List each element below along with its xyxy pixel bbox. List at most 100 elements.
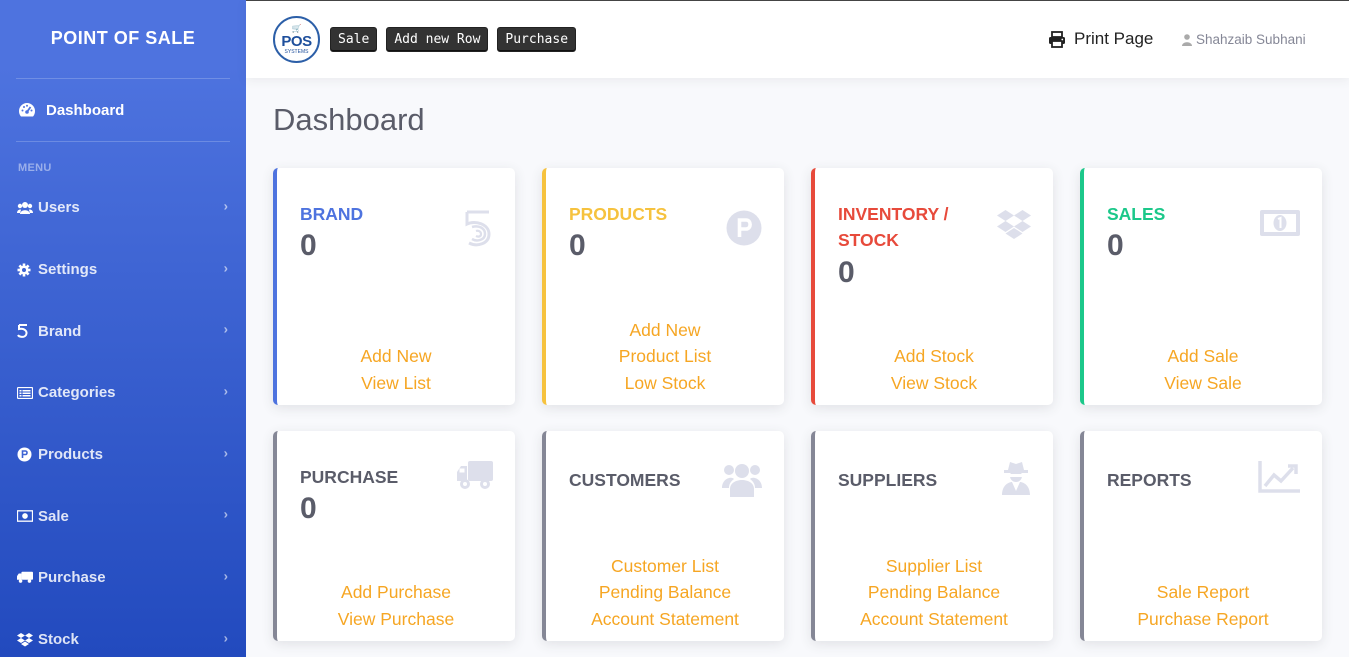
- sidebar: POINT OF SALE Dashboard MENU Users › Setti…: [0, 0, 246, 657]
- money-bill-icon: [1260, 210, 1300, 241]
- card-suppliers: SUPPLIERS Supplier List Pending Balance Acc…: [811, 431, 1053, 641]
- shortcut-sale-button[interactable]: Sale: [330, 27, 378, 52]
- chevron-right-icon: ›: [223, 383, 228, 399]
- card-links: Add New Product List Low Stock: [546, 317, 784, 397]
- card-links: Sale Report Purchase Report: [1084, 579, 1322, 632]
- brand-icon: [17, 323, 33, 339]
- truck-icon: [457, 461, 493, 496]
- sidebar-item-label: Brand: [38, 322, 82, 340]
- card-count: 0: [838, 256, 855, 289]
- users-icon: [722, 461, 762, 502]
- sidebar-item-products[interactable]: Products ›: [0, 424, 246, 486]
- topbar: 🛒 POS SYSTEMS Sale Add new Row Purchase …: [246, 0, 1349, 78]
- card-link-add-purchase[interactable]: Add Purchase: [277, 579, 515, 606]
- cart-icon: 🛒: [291, 23, 302, 33]
- card-purchase: PURCHASE 0 Add Purchase View Purchase: [273, 431, 515, 641]
- card-links: Add Purchase View Purchase: [277, 579, 515, 632]
- shortcut-purchase-button[interactable]: Purchase: [497, 27, 577, 52]
- product-p-icon: [17, 447, 33, 462]
- sidebar-item-label: Sale: [38, 507, 69, 525]
- card-link-account-statement[interactable]: Account Statement: [815, 606, 1053, 633]
- card-link-customer-list[interactable]: Customer List: [546, 553, 784, 580]
- card-link-pending-balance[interactable]: Pending Balance: [815, 579, 1053, 606]
- card-link-view-sale[interactable]: View Sale: [1084, 370, 1322, 397]
- card-title: PRODUCTS: [569, 204, 668, 224]
- card-link-supplier-list[interactable]: Supplier List: [815, 553, 1053, 580]
- cog-icon: [17, 263, 33, 277]
- card-link-view-stock[interactable]: View Stock: [815, 370, 1053, 397]
- card-link-sale-report[interactable]: Sale Report: [1084, 579, 1322, 606]
- dropbox-icon: [17, 632, 33, 647]
- sidebar-item-categories[interactable]: Categories ›: [0, 362, 246, 424]
- card-links: Add New View List: [277, 343, 515, 396]
- dropbox-icon: [997, 210, 1031, 245]
- card-link-product-list[interactable]: Product List: [546, 343, 784, 370]
- card-sales: SALES 0 Add Sale View Sale: [1080, 168, 1322, 405]
- card-customers: CUSTOMERS Customer List Pending Balance Acc…: [542, 431, 784, 641]
- user-secret-icon: [1001, 461, 1031, 500]
- card-products: PRODUCTS 0 Add New Product List Low Stock: [542, 168, 784, 405]
- card-links: Add Sale View Sale: [1084, 343, 1322, 396]
- truck-icon: [17, 571, 33, 584]
- users-icon: [17, 201, 33, 215]
- pos-logo[interactable]: 🛒 POS SYSTEMS: [273, 16, 320, 63]
- chevron-right-icon: ›: [223, 445, 228, 461]
- chevron-right-icon: ›: [223, 260, 228, 276]
- card-title: BRAND: [300, 204, 364, 224]
- card-count: 0: [1107, 229, 1124, 262]
- card-link-view-purchase[interactable]: View Purchase: [277, 606, 515, 633]
- sidebar-item-dashboard[interactable]: Dashboard: [0, 79, 246, 141]
- card-links: Supplier List Pending Balance Account Stat…: [815, 553, 1053, 633]
- brand-five-icon: [463, 210, 493, 253]
- sidebar-item-label: Products: [38, 446, 104, 464]
- sidebar-item-sale[interactable]: Sale ›: [0, 485, 246, 547]
- page-title: Dashboard: [273, 102, 425, 137]
- product-p-icon: [726, 210, 762, 251]
- card-link-add-new[interactable]: Add New: [277, 343, 515, 370]
- card-title: PURCHASE: [300, 467, 399, 487]
- sidebar-item-users[interactable]: Users ›: [0, 177, 246, 239]
- sidebar-item-stock[interactable]: Stock ›: [0, 609, 246, 657]
- chevron-right-icon: ›: [223, 568, 228, 584]
- sidebar-item-label: Settings: [38, 261, 98, 279]
- chevron-right-icon: ›: [223, 198, 228, 214]
- card-link-account-statement[interactable]: Account Statement: [546, 606, 784, 633]
- sidebar-item-purchase[interactable]: Purchase ›: [0, 547, 246, 609]
- chevron-right-icon: ›: [223, 630, 228, 646]
- card-link-pending-balance[interactable]: Pending Balance: [546, 579, 784, 606]
- card-title: INVENTORY / STOCK: [838, 204, 949, 250]
- card-count: 0: [569, 229, 586, 262]
- print-page-link[interactable]: Print Page: [1048, 29, 1153, 49]
- card-title: SALES: [1107, 204, 1166, 224]
- card-link-view-list[interactable]: View List: [277, 370, 515, 397]
- list-icon: [17, 386, 33, 399]
- card-link-add-new[interactable]: Add New: [546, 317, 784, 344]
- card-links: Add Stock View Stock: [815, 343, 1053, 396]
- card-links: Customer List Pending Balance Account Stat…: [546, 553, 784, 633]
- card-reports: REPORTS Sale Report Purchase Report: [1080, 431, 1322, 641]
- sidebar-item-brand[interactable]: Brand ›: [0, 300, 246, 362]
- card-link-low-stock[interactable]: Low Stock: [546, 370, 784, 397]
- sidebar-item-label: Categories: [38, 384, 116, 402]
- sidebar-menu-heading: MENU: [18, 162, 52, 174]
- user-menu[interactable]: Shahzaib Subhani: [1182, 32, 1306, 47]
- sidebar-item-settings[interactable]: Settings ›: [0, 239, 246, 301]
- chevron-right-icon: ›: [223, 506, 228, 522]
- money-bill-icon: [17, 510, 33, 523]
- card-link-purchase-report[interactable]: Purchase Report: [1084, 606, 1322, 633]
- card-link-add-stock[interactable]: Add Stock: [815, 343, 1053, 370]
- pos-logo-subtext: SYSTEMS: [284, 48, 309, 55]
- print-page-label: Print Page: [1074, 29, 1154, 48]
- sidebar-item-label: Stock: [38, 631, 79, 649]
- sidebar-brand-title[interactable]: POINT OF SALE: [0, 0, 246, 78]
- chart-line-icon: [1258, 461, 1300, 498]
- card-link-add-sale[interactable]: Add Sale: [1084, 343, 1322, 370]
- card-title: SUPPLIERS: [838, 470, 938, 490]
- sidebar-item-label: Users: [38, 199, 80, 217]
- card-title: CUSTOMERS: [569, 470, 681, 490]
- tachometer-icon: [18, 102, 38, 118]
- shortcut-add-row-button[interactable]: Add new Row: [386, 27, 489, 52]
- print-icon: [1048, 30, 1066, 48]
- sidebar-item-dashboard-label: Dashboard: [46, 101, 125, 119]
- card-title: REPORTS: [1107, 470, 1192, 490]
